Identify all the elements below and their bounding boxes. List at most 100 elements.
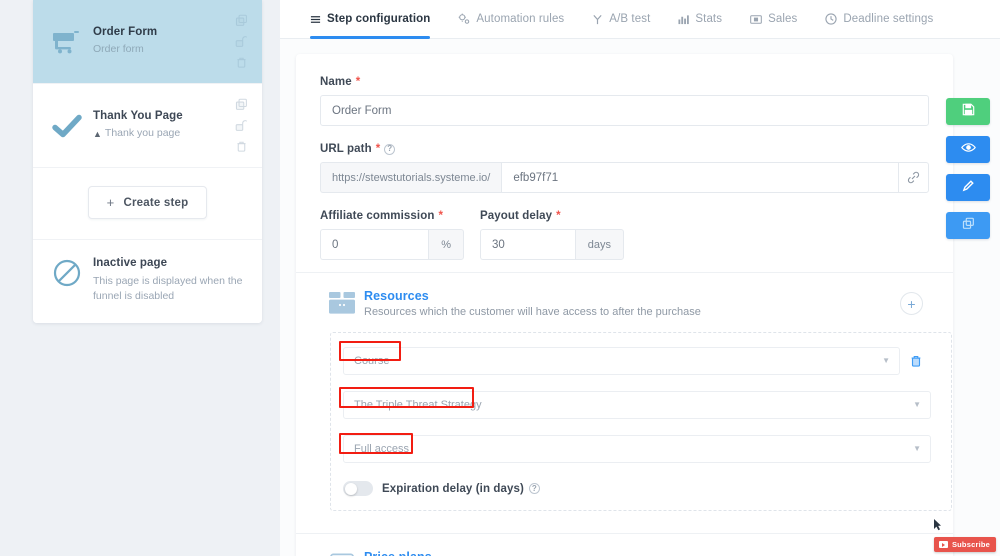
affiliate-commission-row: %	[320, 229, 464, 260]
required-marker: *	[355, 76, 361, 88]
resource-row-item: The Triple Threat Strategy ▼	[339, 387, 937, 419]
duplicate-button[interactable]	[946, 212, 990, 239]
duplicate-icon[interactable]	[235, 98, 248, 111]
shopping-cart-icon	[45, 30, 89, 54]
step-configuration-content: Name* URL path* ? https://stewstutorials…	[280, 39, 1000, 556]
add-resource-button[interactable]: +	[900, 292, 923, 315]
save-disk-icon	[962, 103, 975, 121]
step-subtitle: ▲ Thank you page	[93, 126, 230, 142]
resources-section-text: Resources Resources which the customer w…	[364, 289, 900, 318]
tab-deadline-settings[interactable]: Deadline settings	[811, 0, 947, 38]
youtube-play-icon	[938, 541, 948, 548]
resources-section-header: Resources Resources which the customer w…	[320, 273, 929, 332]
link-icon[interactable]	[898, 162, 929, 193]
tab-step-configuration[interactable]: Step configuration	[296, 0, 444, 39]
tab-automation-rules[interactable]: Automation rules	[444, 0, 578, 38]
expiration-delay-row: Expiration delay (in days) ?	[343, 481, 937, 496]
expiration-delay-label-text: Expiration delay (in days)	[382, 482, 524, 495]
resource-access-value: Full access	[354, 443, 410, 455]
chevron-down-icon: ▼	[913, 444, 921, 453]
step-text: Inactive page This page is displayed whe…	[89, 256, 248, 305]
tab-label: Step configuration	[327, 13, 431, 25]
delete-resource-icon[interactable]	[909, 354, 923, 368]
copy-icon	[962, 217, 975, 235]
no-entry-icon	[45, 256, 89, 288]
eye-icon	[960, 141, 976, 159]
step-settings-card: Name* URL path* ? https://stewstutorials…	[296, 54, 953, 556]
url-path-label: URL path * ?	[320, 143, 929, 155]
step-row-actions	[230, 14, 252, 69]
inactive-page-subtitle: This page is displayed when the funnel i…	[93, 274, 248, 306]
price-plans-section-header: Price plans The amount and frequency of …	[320, 534, 929, 556]
unlock-icon[interactable]	[235, 35, 248, 48]
payout-delay-label-text: Payout delay	[480, 210, 553, 222]
payout-delay-input[interactable]	[480, 229, 575, 260]
tab-bar: Step configuration Automation rules A/B …	[280, 0, 1000, 39]
affiliate-commission-label-text: Affiliate commission	[320, 210, 435, 222]
url-path-label-text: URL path	[320, 143, 372, 155]
affiliate-commission-input[interactable]	[320, 229, 429, 260]
inactive-page-title: Inactive page	[93, 257, 168, 269]
clock-icon	[825, 13, 838, 25]
chevron-down-icon: ▼	[882, 356, 890, 365]
unlock-icon[interactable]	[235, 119, 248, 132]
sidebar-step-order-form[interactable]: Order Form Order form	[33, 0, 262, 84]
name-label-text: Name	[320, 76, 352, 88]
split-branch-icon	[592, 14, 603, 25]
tab-label: Sales	[768, 13, 798, 25]
chevron-down-icon: ▼	[913, 400, 921, 409]
percent-suffix: %	[428, 229, 464, 260]
resource-row-type: Course ▼	[339, 341, 937, 375]
required-marker: *	[375, 143, 381, 155]
required-marker: *	[438, 210, 444, 222]
resource-type-select[interactable]: Course ▼	[343, 347, 900, 375]
resource-item-value: The Triple Threat Strategy	[354, 399, 482, 411]
tab-label: A/B test	[609, 13, 651, 25]
sidebar-step-thank-you-page[interactable]: Thank You Page ▲ Thank you page	[33, 84, 262, 168]
price-plans-section-text: Price plans The amount and frequency of …	[364, 550, 929, 556]
payout-delay-row: days	[480, 229, 624, 260]
step-title: Order Form	[93, 25, 158, 38]
hamburger-icon	[310, 14, 321, 25]
tab-stats[interactable]: Stats	[664, 0, 736, 38]
save-button[interactable]	[946, 98, 990, 125]
tab-sales[interactable]: Sales	[736, 0, 811, 38]
url-path-field-group: URL path * ? https://stewstutorials.syste…	[320, 143, 929, 193]
affiliate-commission-label: Affiliate commission *	[320, 210, 464, 222]
tab-ab-test[interactable]: A/B test	[578, 0, 664, 38]
days-suffix: days	[574, 229, 624, 260]
price-plans-title: Price plans	[364, 550, 929, 556]
url-path-input[interactable]	[501, 162, 898, 193]
youtube-subscribe-overlay[interactable]: Subscribe	[933, 537, 996, 552]
url-prefix: https://stewstutorials.systeme.io/	[320, 162, 502, 193]
tab-label: Automation rules	[476, 13, 565, 25]
create-step-button[interactable]: + Create step	[87, 186, 208, 219]
checkmark-icon	[45, 113, 89, 139]
duplicate-icon[interactable]	[235, 14, 248, 27]
sidebar-inactive-page[interactable]: Inactive page This page is displayed whe…	[33, 240, 262, 324]
expiration-delay-toggle[interactable]	[343, 481, 373, 496]
question-mark-icon[interactable]: ?	[384, 143, 396, 155]
resource-access-select[interactable]: Full access ▼	[343, 435, 931, 463]
trash-icon[interactable]	[235, 140, 248, 153]
required-marker: *	[556, 210, 561, 222]
edit-button[interactable]	[946, 174, 990, 201]
name-input[interactable]	[320, 95, 929, 126]
name-label: Name *	[320, 76, 929, 88]
commission-payout-row: Affiliate commission* % Payout delay*	[320, 210, 929, 260]
inactive-page-subtitle-text: This page is displayed when the funnel i…	[93, 274, 243, 303]
preview-button[interactable]	[946, 136, 990, 163]
toggle-knob	[345, 482, 357, 495]
step-text: Thank You Page ▲ Thank you page	[89, 109, 230, 142]
resource-type-value: Course	[354, 355, 390, 367]
resource-item-select[interactable]: The Triple Threat Strategy ▼	[343, 391, 931, 419]
step-subtitle-text: Order form	[93, 43, 144, 56]
warning-triangle-icon: ▲	[93, 128, 102, 139]
steps-card: Order Form Order form Thank You Page ▲ T…	[33, 0, 262, 324]
package-box-icon	[320, 291, 364, 317]
question-mark-icon[interactable]: ?	[528, 483, 540, 494]
trash-icon[interactable]	[235, 56, 248, 69]
step-row-actions	[230, 98, 252, 153]
step-subtitle: Order form	[93, 42, 230, 58]
step-subtitle-text: Thank you page	[104, 127, 181, 140]
